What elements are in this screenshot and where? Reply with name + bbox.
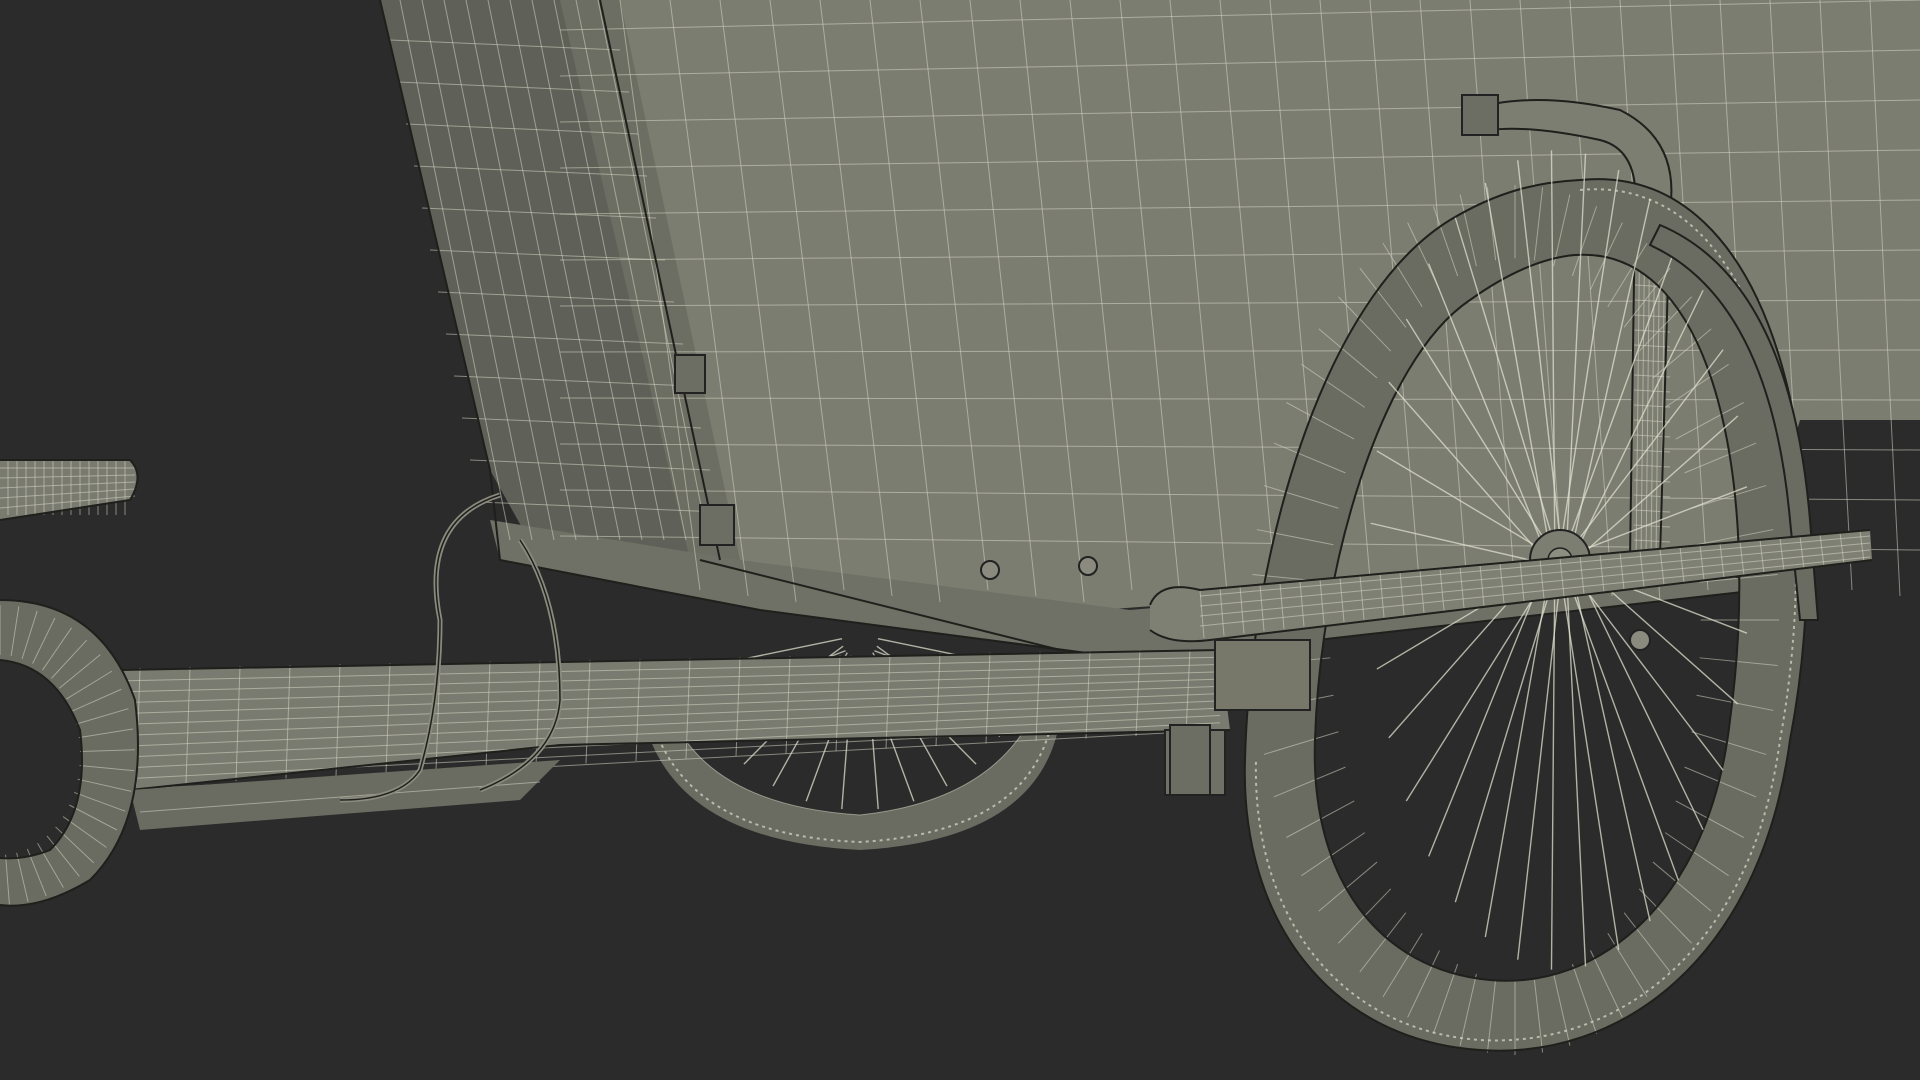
bolt <box>1078 556 1098 576</box>
frame-lug <box>1169 724 1211 796</box>
wireframe-render-viewport <box>0 0 1920 1080</box>
hinge <box>699 504 735 546</box>
bumper-bracket <box>1214 639 1311 711</box>
bolt <box>1629 629 1651 651</box>
hinge <box>674 354 706 394</box>
steering-mount <box>1461 94 1499 136</box>
bolt <box>980 560 1000 580</box>
